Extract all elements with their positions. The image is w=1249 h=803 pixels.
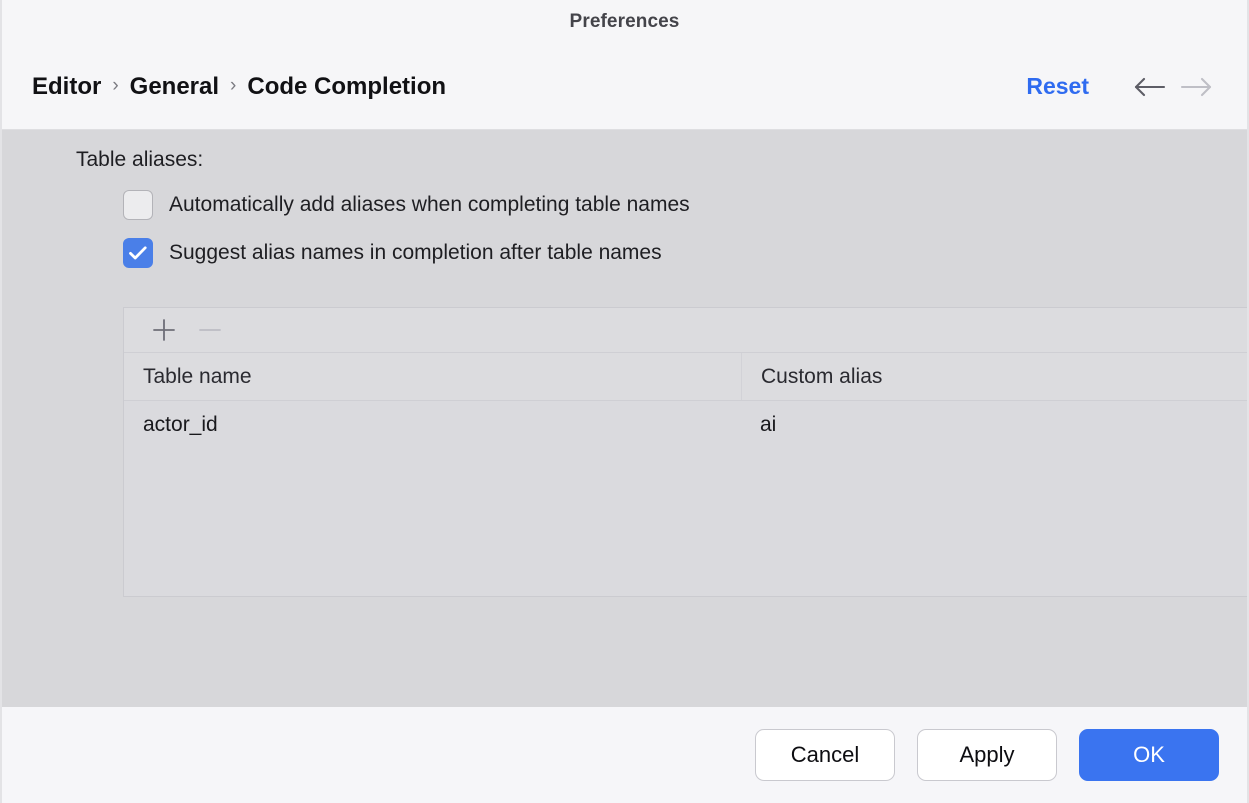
- preferences-dialog: Preferences Editor › General › Code Comp…: [0, 0, 1249, 803]
- table-row[interactable]: actor_id ai: [124, 401, 1247, 449]
- checkbox-auto-add-aliases[interactable]: [123, 190, 153, 220]
- arrow-left-icon: [1133, 76, 1167, 98]
- column-header-table-name[interactable]: Table name: [124, 365, 741, 389]
- breadcrumb-item-code-completion[interactable]: Code Completion: [247, 73, 446, 101]
- apply-button[interactable]: Apply: [917, 729, 1057, 781]
- table-aliases-panel: Table name Custom alias actor_id ai: [123, 307, 1247, 597]
- plus-icon: [151, 317, 177, 343]
- check-icon: [128, 245, 148, 261]
- reset-button[interactable]: Reset: [1026, 73, 1089, 100]
- breadcrumb-separator-icon: ›: [230, 75, 237, 96]
- table-body: actor_id ai: [124, 401, 1247, 596]
- checkbox-suggest-alias-names[interactable]: [123, 238, 153, 268]
- dialog-footer: Cancel Apply OK: [2, 707, 1247, 803]
- forward-button[interactable]: [1173, 67, 1219, 107]
- cancel-button[interactable]: Cancel: [755, 729, 895, 781]
- column-header-custom-alias[interactable]: Custom alias: [741, 353, 1247, 400]
- minus-icon: [197, 317, 223, 343]
- checkbox-row-suggest-alias-names[interactable]: Suggest alias names in completion after …: [123, 234, 1247, 272]
- breadcrumb-separator-icon: ›: [112, 75, 119, 96]
- breadcrumb-item-editor[interactable]: Editor: [32, 73, 101, 101]
- window-title: Preferences: [569, 11, 680, 32]
- arrow-right-icon: [1179, 76, 1213, 98]
- add-alias-button[interactable]: [141, 311, 187, 349]
- breadcrumb-item-general[interactable]: General: [130, 73, 219, 101]
- title-bar: Preferences: [2, 0, 1247, 44]
- checkbox-label-suggest-alias-names: Suggest alias names in completion after …: [169, 241, 662, 264]
- ok-button[interactable]: OK: [1079, 729, 1219, 781]
- cell-custom-alias[interactable]: ai: [741, 401, 1247, 449]
- table-header-row: Table name Custom alias: [124, 353, 1247, 401]
- back-button[interactable]: [1127, 67, 1173, 107]
- breadcrumb: Editor › General › Code Completion: [32, 73, 1026, 101]
- section-label-table-aliases: Table aliases:: [76, 148, 204, 171]
- settings-header: Editor › General › Code Completion Reset: [2, 44, 1247, 130]
- table-toolbar: [124, 308, 1247, 353]
- remove-alias-button[interactable]: [187, 311, 233, 349]
- checkbox-row-auto-add-aliases[interactable]: Automatically add aliases when completin…: [123, 186, 1247, 224]
- settings-content: Table aliases: Automatically add aliases…: [2, 130, 1247, 707]
- checkbox-label-auto-add-aliases: Automatically add aliases when completin…: [169, 193, 690, 216]
- cell-table-name[interactable]: actor_id: [124, 413, 741, 437]
